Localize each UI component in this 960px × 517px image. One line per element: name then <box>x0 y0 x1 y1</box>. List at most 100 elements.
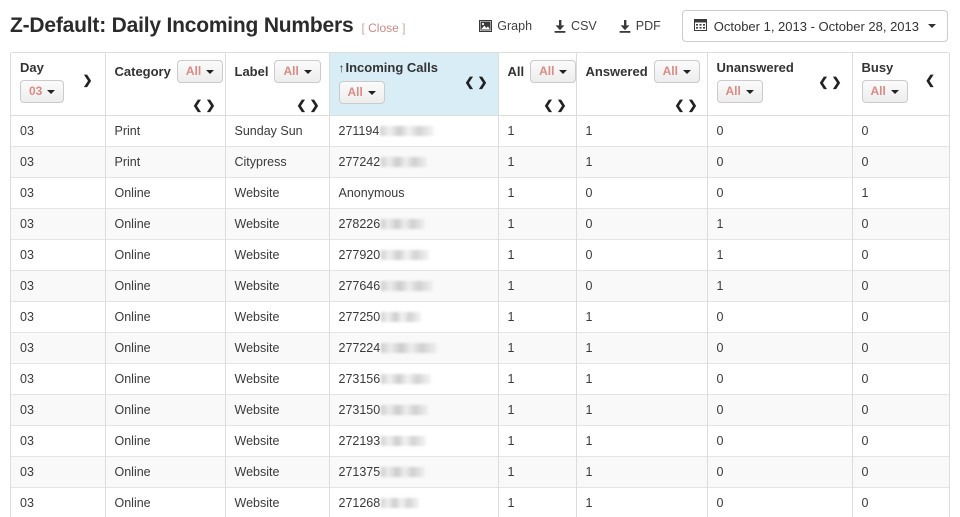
move-column-left-icon[interactable]: ❮ <box>543 98 556 112</box>
filter-dropdown-unanswered[interactable]: All <box>716 80 763 103</box>
column-header-unanswered[interactable]: Unanswered All ❮❯ <box>706 53 852 116</box>
cell-unanswered: 0 <box>706 362 852 394</box>
cell-label: Website <box>224 362 329 394</box>
table-row[interactable]: 03 Print Citypress 277242 1 1 0 0 <box>11 145 949 177</box>
redacted-number-mask <box>381 466 426 477</box>
cell-answered: 1 <box>575 300 707 332</box>
column-header-day[interactable]: Day 03 ❯ <box>11 53 105 116</box>
move-column-left-icon[interactable]: ❮ <box>925 73 938 87</box>
cell-unanswered: 1 <box>706 207 852 239</box>
move-column-right-icon[interactable]: ❯ <box>687 98 700 112</box>
column-title-text: Incoming Calls <box>345 60 438 75</box>
table-row[interactable]: 03 Online Website 278226 1 0 1 0 <box>11 207 949 239</box>
cell-day-value: 03 <box>20 185 34 200</box>
filter-dropdown-category[interactable]: All <box>176 60 224 83</box>
pdf-button[interactable]: PDF <box>608 15 672 37</box>
table-row[interactable]: 03 Online Website 277224 1 1 0 0 <box>11 331 949 363</box>
move-column-right-icon[interactable]: ❯ <box>309 98 322 112</box>
move-column-right-icon[interactable]: ❯ <box>831 75 844 89</box>
move-column-right-icon[interactable]: ❯ <box>556 98 569 112</box>
table-row[interactable]: 03 Online Website 271268 1 1 0 0 <box>11 486 949 517</box>
cell-busy: 0 <box>851 207 949 239</box>
cell-label-value: Website <box>234 495 280 510</box>
cell-unanswered-value: 0 <box>716 402 724 417</box>
cell-label: Website <box>224 300 329 332</box>
cell-category: Online <box>104 455 225 487</box>
cell-busy: 0 <box>851 114 949 146</box>
csv-button[interactable]: CSV <box>543 15 608 37</box>
cell-unanswered: 0 <box>706 424 852 456</box>
cell-day: 03 <box>11 393 105 425</box>
date-range-picker[interactable]: October 1, 2013 - October 28, 2013 <box>681 10 948 42</box>
redacted-number-mask <box>381 280 434 291</box>
cell-day: 03 <box>11 269 105 301</box>
cell-unanswered: 0 <box>706 176 852 208</box>
column-header-busy[interactable]: Busy All ❮ <box>851 53 949 116</box>
cell-unanswered-value: 0 <box>716 495 724 510</box>
redacted-number-mask <box>381 497 420 508</box>
table-row[interactable]: 03 Online Website 272193 1 1 0 0 <box>11 424 949 456</box>
cell-all: 1 <box>497 393 576 425</box>
cell-label: Website <box>224 238 329 270</box>
cell-day-value: 03 <box>20 340 34 355</box>
column-header-all[interactable]: All All ❮❯ <box>497 53 577 116</box>
column-header-inner: Unanswered All ❮❯ <box>716 60 845 109</box>
move-column-left-icon[interactable]: ❮ <box>464 75 477 89</box>
cell-answered-value: 1 <box>585 495 593 510</box>
column-header-answered[interactable]: Answered All ❮❯ <box>575 53 707 116</box>
chevron-down-icon <box>745 89 754 94</box>
cell-day: 03 <box>11 207 105 239</box>
cell-day: 03 <box>11 455 105 487</box>
close-link[interactable]: [ Close ] <box>361 21 405 35</box>
table-row[interactable]: 03 Online Website Anonymous 1 0 0 1 <box>11 176 949 208</box>
close-bracket-open: [ <box>361 21 365 35</box>
cell-all-value: 1 <box>507 247 515 262</box>
cell-all-value: 1 <box>507 340 515 355</box>
table-row[interactable]: 03 Online Website 273150 1 1 0 0 <box>11 393 949 425</box>
column-header-title-row: All All <box>508 60 577 83</box>
filter-dropdown-busy[interactable]: All <box>861 80 908 103</box>
cell-answered-value: 0 <box>585 278 593 293</box>
redacted-number-mask <box>381 249 430 260</box>
cell-all-value: 1 <box>507 154 515 169</box>
table-row[interactable]: 03 Print Sunday Sun 271194 1 1 0 0 <box>11 114 949 146</box>
table-row[interactable]: 03 Online Website 271375 1 1 0 0 <box>11 455 949 487</box>
table-row[interactable]: 03 Online Website 277646 1 0 1 0 <box>11 269 949 301</box>
move-column-left-icon[interactable]: ❮ <box>674 98 687 112</box>
sort-ascending-icon[interactable]: ↑ <box>339 61 345 75</box>
cell-busy: 0 <box>851 238 949 270</box>
cell-busy-value: 0 <box>861 309 869 324</box>
cell-all-value: 1 <box>507 123 515 138</box>
cell-all-value: 1 <box>507 495 515 510</box>
filter-dropdown-day[interactable]: 03 <box>20 80 65 103</box>
cell-day: 03 <box>11 114 105 146</box>
cell-incoming-number-value: 277646 <box>338 278 381 293</box>
column-header-label[interactable]: Label All ❮❯ <box>224 53 329 116</box>
cell-answered-value: 0 <box>585 247 593 262</box>
column-move-arrows: ❮❯ <box>818 76 844 88</box>
cell-unanswered: 1 <box>706 238 852 270</box>
move-column-left-icon[interactable]: ❮ <box>818 75 831 89</box>
graph-button[interactable]: Graph <box>468 15 543 37</box>
move-column-right-icon[interactable]: ❯ <box>205 98 218 112</box>
move-column-left-icon[interactable]: ❮ <box>192 98 205 112</box>
filter-dropdown-incoming-calls[interactable]: All <box>338 81 385 104</box>
column-move-arrows: ❮ <box>925 74 938 86</box>
filter-dropdown-label[interactable]: All <box>274 60 321 83</box>
cell-label: Website <box>224 393 329 425</box>
filter-dropdown-all[interactable]: All <box>530 60 577 83</box>
cell-label-value: Website <box>234 185 280 200</box>
table-row[interactable]: 03 Online Website 277920 1 0 1 0 <box>11 238 949 270</box>
table-row[interactable]: 03 Online Website 273156 1 1 0 0 <box>11 362 949 394</box>
table-row[interactable]: 03 Online Website 277250 1 1 0 0 <box>11 300 949 332</box>
move-column-right-icon[interactable]: ❯ <box>477 75 490 89</box>
cell-day: 03 <box>11 424 105 456</box>
move-column-left-icon[interactable]: ❮ <box>296 98 309 112</box>
column-header-incoming-calls[interactable]: ↑Incoming Calls All ❮❯ <box>328 53 498 116</box>
cell-all-value: 1 <box>507 371 515 386</box>
cell-unanswered: 1 <box>706 269 852 301</box>
column-header-category[interactable]: Category All ❮❯ <box>104 53 225 116</box>
cell-answered: 1 <box>575 486 707 517</box>
filter-dropdown-answered[interactable]: All <box>653 60 700 83</box>
move-column-right-icon[interactable]: ❯ <box>82 73 95 87</box>
